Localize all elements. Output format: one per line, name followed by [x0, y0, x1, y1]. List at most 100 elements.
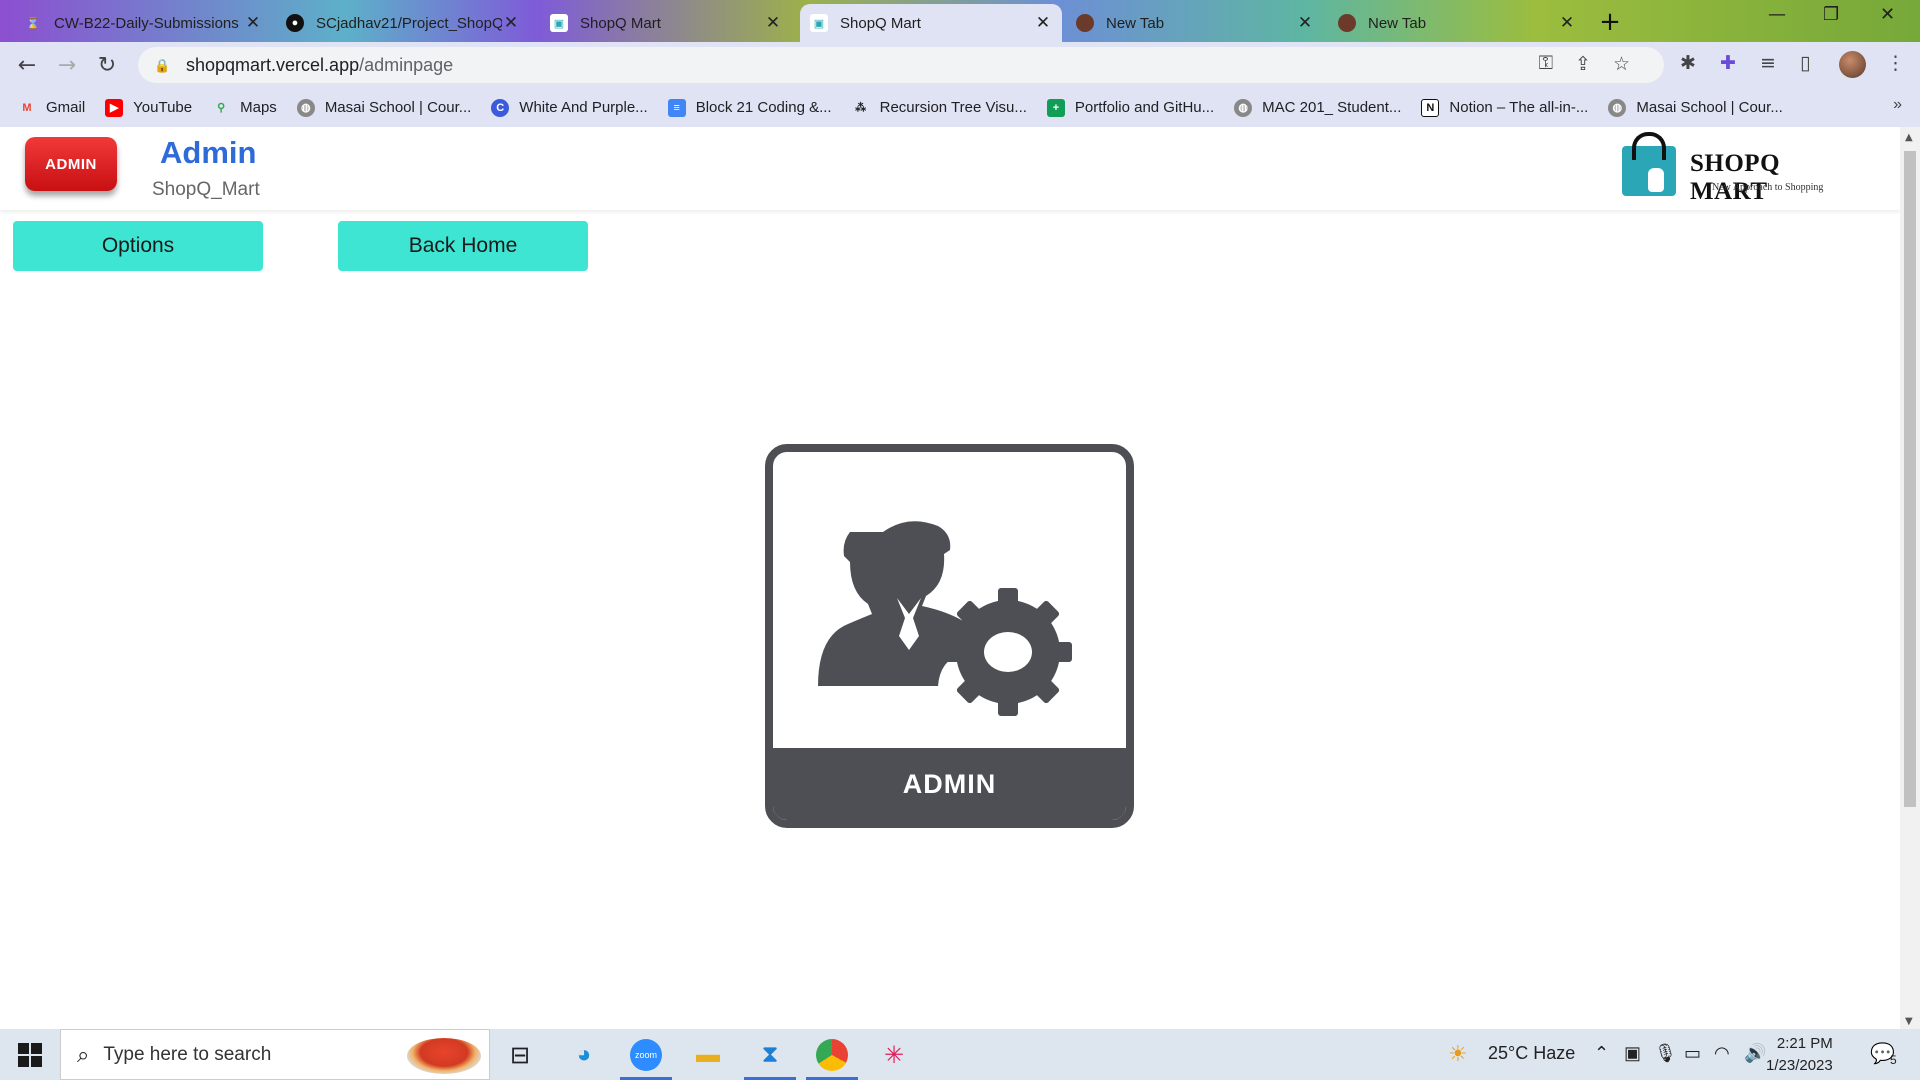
tab-shopq-mart-1[interactable]: ▣ ShopQ Mart ✕ [540, 4, 792, 42]
bookmark-label: Notion – The all-in-... [1449, 99, 1589, 116]
restore-icon[interactable]: ❐ [1823, 4, 1839, 25]
tab-title: ShopQ Mart [840, 14, 921, 32]
admin-settings-icon [818, 521, 1072, 716]
profile-avatar[interactable] [1839, 51, 1866, 78]
bookmark-portfolio[interactable]: + Portfolio and GitHu... [1046, 98, 1214, 117]
bookmark-maps[interactable]: ⚲ Maps [212, 99, 277, 117]
star-icon[interactable]: ☆ [1613, 53, 1630, 76]
bookmark-masai-1[interactable]: ◍ Masai School | Cour... [296, 98, 472, 117]
search-placeholder: Type here to search [103, 1043, 272, 1065]
extension-bug-icon[interactable]: ✱ [1680, 52, 1696, 74]
options-button[interactable]: Options [13, 221, 263, 271]
chevron-right-icon[interactable]: » [1893, 96, 1902, 114]
chrome-icon[interactable] [816, 1039, 848, 1071]
bookmark-label: YouTube [133, 99, 193, 116]
back-arrow-icon[interactable]: ← [12, 50, 42, 80]
globe-icon: ◍ [1234, 98, 1253, 117]
bookmark-label: White And Purple... [519, 99, 648, 116]
shopq-favicon: ▣ [810, 14, 828, 32]
new-tab-button[interactable]: + [1594, 7, 1626, 37]
back-home-button[interactable]: Back Home [338, 221, 588, 271]
scrollbar-thumb[interactable] [1904, 151, 1916, 807]
close-icon[interactable]: ✕ [1558, 13, 1576, 33]
taskbar-search-box[interactable]: ⌕ Type here to search [60, 1029, 490, 1080]
bookmark-label: Masai School | Cour... [1636, 99, 1783, 116]
bookmarks-bar: M Gmail ▶ YouTube ⚲ Maps ◍ Masai School | Co… [0, 88, 1920, 127]
close-icon[interactable]: ✕ [1034, 13, 1052, 33]
edge-icon[interactable]: ◕ [568, 1039, 600, 1071]
docs-icon: ≡ [667, 98, 686, 117]
bookmark-gmail[interactable]: M Gmail [18, 99, 85, 117]
tab-github-project[interactable]: ● SCjadhav21/Project_ShopQ ✕ [276, 4, 530, 42]
bookmark-masai-2[interactable]: ◍ Masai School | Cour... [1608, 98, 1783, 117]
tab-shopq-mart-active[interactable]: ▣ ShopQ Mart ✕ [800, 4, 1062, 42]
bookmark-recursion[interactable]: ⁂ Recursion Tree Visu... [852, 99, 1027, 117]
url-path: /adminpage [359, 54, 454, 75]
bookmark-block21[interactable]: ≡ Block 21 Coding &... [667, 98, 832, 117]
slack-icon[interactable]: ✳ [878, 1039, 910, 1071]
lock-icon: 🔒 [154, 58, 171, 73]
close-icon[interactable]: ✕ [1296, 13, 1314, 33]
file-explorer-icon[interactable]: ▬ [692, 1039, 724, 1071]
tab-new-tab-1[interactable]: New Tab ✕ [1066, 4, 1324, 42]
tree-icon: ⁂ [855, 102, 867, 114]
task-view-icon[interactable]: ⊟ [504, 1039, 536, 1071]
wifi-icon[interactable]: ◠ [1714, 1043, 1730, 1064]
bookmark-youtube[interactable]: ▶ YouTube [105, 98, 193, 117]
page-scrollbar[interactable]: ▲ ▼ [1900, 127, 1920, 1029]
scroll-down-icon[interactable]: ▼ [1905, 1016, 1913, 1027]
browser-tab-bar: ⌛ CW-B22-Daily-Submissions ✕ ● SCjadhav2… [0, 0, 1920, 42]
reload-icon[interactable]: ↻ [92, 50, 122, 80]
share-icon[interactable]: ⇪ [1575, 53, 1591, 76]
media-queue-icon[interactable]: ≡ [1760, 52, 1776, 74]
weather-text[interactable]: 25°C Haze [1488, 1043, 1575, 1064]
address-bar[interactable]: 🔒 shopqmart.vercel.app/adminpage ⚿ ⇪ ☆ [138, 47, 1664, 83]
bookmark-label: Gmail [46, 99, 86, 116]
shopq-mart-logo[interactable]: SHOPQ MART New Approach to Shopping [1618, 132, 1850, 205]
tab-title: SCjadhav21/Project_ShopQ [316, 14, 502, 32]
vscode-icon[interactable]: ⧗ [754, 1039, 786, 1071]
zoom-icon[interactable]: zoom [630, 1039, 662, 1071]
volume-icon[interactable]: 🔊 [1744, 1043, 1766, 1064]
tab-daily-submissions[interactable]: ⌛ CW-B22-Daily-Submissions ✕ [14, 4, 272, 42]
close-icon[interactable]: ✕ [764, 13, 782, 33]
hourglass-icon: ⌛ [26, 17, 40, 30]
bookmark-label: Masai School | Cour... [324, 99, 472, 116]
bookmark-label: MAC 201_ Student... [1262, 99, 1402, 116]
chevron-up-icon[interactable]: ⌃ [1594, 1043, 1609, 1064]
menu-kebab-icon[interactable]: ⋮ [1886, 52, 1905, 74]
globe-icon: ◍ [1608, 98, 1627, 117]
site-header: ADMIN Admin ShopQ_Mart SHOPQ MART New Ap… [0, 127, 1900, 210]
minimize-icon[interactable]: — [1768, 4, 1786, 25]
battery-icon[interactable]: ▭ [1684, 1043, 1701, 1064]
bookmark-canva[interactable]: C White And Purple... [491, 98, 648, 117]
taskbar-clock[interactable]: 2:21 PM 1/23/2023 [1766, 1033, 1833, 1077]
bookmark-mac201[interactable]: ◍ MAC 201_ Student... [1234, 98, 1402, 117]
admin-logo: ADMIN [25, 137, 117, 191]
key-icon[interactable]: ⚿ [1539, 53, 1553, 76]
clock-time: 2:21 PM [1776, 1035, 1833, 1052]
tab-new-tab-2[interactable]: New Tab ✕ [1328, 4, 1586, 42]
bookmark-label: Block 21 Coding &... [695, 99, 832, 116]
weather-sun-icon[interactable]: ☀ [1448, 1041, 1468, 1067]
bookmark-label: Maps [240, 99, 277, 116]
tab-title: ShopQ Mart [580, 14, 661, 32]
microphone-icon[interactable]: 🎙 [1654, 1043, 1677, 1064]
page-title: Admin [160, 135, 257, 170]
bookmark-notion[interactable]: N Notion – The all-in-... [1421, 98, 1589, 117]
side-panel-icon[interactable]: ▯ [1800, 52, 1810, 74]
brand-tagline: New Approach to Shopping [1712, 182, 1824, 193]
window-close-icon[interactable]: ✕ [1880, 4, 1895, 25]
windows-start-icon[interactable] [18, 1043, 42, 1067]
admin-card-label: ADMIN [773, 748, 1126, 820]
browser-toolbar: ← → ↻ 🔒 shopqmart.vercel.app/adminpage ⚿… [0, 42, 1920, 88]
gmail-icon: M [22, 101, 32, 114]
close-icon[interactable]: ✕ [502, 13, 520, 33]
page-subtitle: ShopQ_Mart [152, 179, 260, 200]
scroll-up-icon[interactable]: ▲ [1905, 132, 1913, 143]
forward-arrow-icon[interactable]: → [52, 50, 82, 80]
meet-now-icon[interactable]: ▣ [1624, 1043, 1641, 1064]
youtube-icon: ▶ [105, 98, 124, 117]
close-icon[interactable]: ✕ [244, 13, 262, 33]
extensions-puzzle-icon[interactable]: ✚ [1720, 52, 1736, 74]
